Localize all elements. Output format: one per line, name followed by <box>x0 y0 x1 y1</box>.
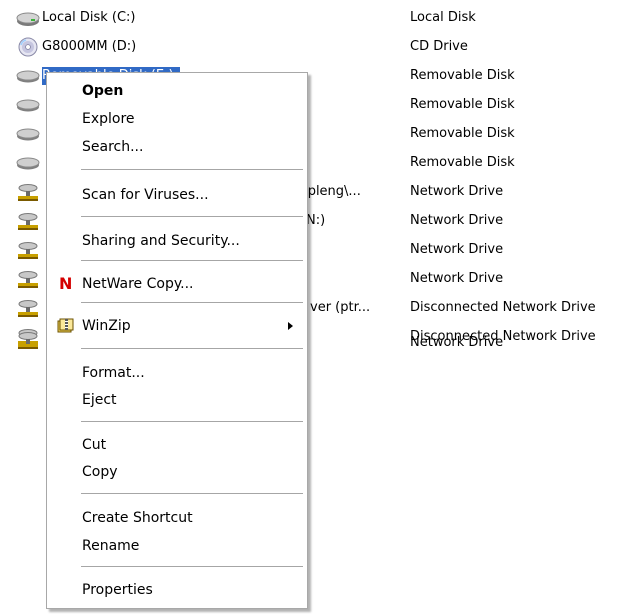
drive-name: Local Disk (C:) <box>42 10 136 25</box>
network-drive-icon <box>18 213 38 230</box>
menu-item-netware-copy[interactable]: N NetWare Copy... <box>49 271 305 297</box>
menu-item-winzip[interactable]: WinZip <box>49 313 305 339</box>
menu-item-search[interactable]: Search... <box>49 134 305 160</box>
removable-disk-icon <box>16 157 40 170</box>
menu-item-label: NetWare Copy... <box>82 276 194 292</box>
removable-disk-icon <box>16 99 40 112</box>
menu-item-label: WinZip <box>82 318 131 334</box>
menu-item-properties[interactable]: Properties <box>49 577 305 603</box>
menu-separator <box>81 260 303 261</box>
removable-disk-icon <box>16 70 40 83</box>
menu-item-format[interactable]: Format... <box>49 360 305 386</box>
menu-item-create-shortcut[interactable]: Create Shortcut <box>49 505 305 531</box>
menu-item-sharing-and-security[interactable]: Sharing and Security... <box>49 228 305 254</box>
netware-n-icon: N <box>57 276 75 292</box>
list-item[interactable]: G8000MM (D:) CD Drive <box>0 32 641 61</box>
drive-type: Network Drive <box>410 213 504 228</box>
menu-separator <box>81 302 303 303</box>
network-drive-icon <box>18 242 38 259</box>
drive-name: ver (ptr... <box>310 300 371 315</box>
context-menu: Open Explore Search... Scan for Viruses.… <box>46 72 308 609</box>
menu-item-eject[interactable]: Eject <box>49 387 305 413</box>
drive-name: vpleng\... <box>300 184 361 199</box>
menu-item-copy[interactable]: Copy <box>49 459 305 485</box>
drive-type: Removable Disk <box>410 126 515 141</box>
hard-disk-icon <box>16 12 40 26</box>
network-drive-icon <box>18 300 38 317</box>
drive-type: Local Disk <box>410 10 476 25</box>
drive-type: Network Drive <box>410 335 504 350</box>
menu-separator <box>81 493 303 494</box>
menu-separator <box>81 566 303 567</box>
menu-separator <box>81 216 303 217</box>
drive-type: Removable Disk <box>410 97 515 112</box>
menu-item-rename[interactable]: Rename <box>49 533 305 559</box>
list-item[interactable]: Local Disk (C:) Local Disk <box>0 3 641 32</box>
menu-separator <box>81 348 303 349</box>
menu-separator <box>81 421 303 422</box>
menu-item-scan-for-viruses[interactable]: Scan for Viruses... <box>49 182 305 208</box>
drive-type: Removable Disk <box>410 68 515 83</box>
network-drive-icon <box>18 271 38 288</box>
network-drive-icon <box>18 332 38 349</box>
menu-item-cut[interactable]: Cut <box>49 432 305 458</box>
drive-name: N:) <box>306 213 326 228</box>
drive-type: Network Drive <box>410 184 504 199</box>
drive-type: Removable Disk <box>410 155 515 170</box>
cd-drive-icon <box>18 37 38 57</box>
removable-disk-icon <box>16 128 40 141</box>
drive-type: Network Drive <box>410 242 504 257</box>
drive-type: Network Drive <box>410 271 504 286</box>
drive-name: G8000MM (D:) <box>42 39 137 54</box>
drive-type: Disconnected Network Drive <box>410 300 596 315</box>
network-drive-icon <box>18 184 38 201</box>
menu-separator <box>81 169 303 170</box>
drive-type: CD Drive <box>410 39 468 54</box>
submenu-arrow-icon <box>288 322 293 330</box>
netware-n-glyph: N <box>59 274 73 293</box>
menu-item-open[interactable]: Open <box>49 78 305 104</box>
winzip-icon <box>57 318 74 333</box>
menu-item-explore[interactable]: Explore <box>49 106 305 132</box>
